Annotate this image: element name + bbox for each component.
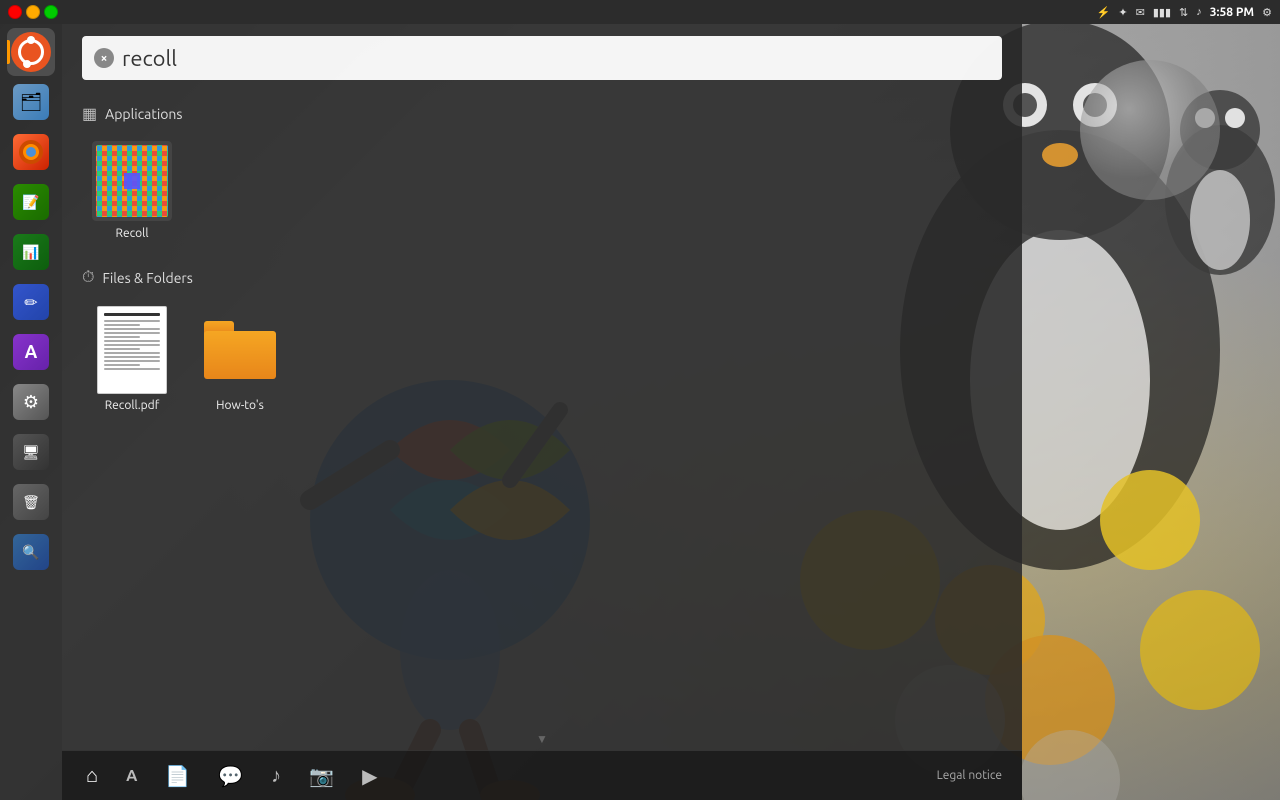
maximize-button[interactable]: [44, 5, 58, 19]
recoll-icon-svg: [92, 141, 172, 221]
pdf-line-8: [104, 348, 140, 350]
files-section-icon: ⏱: [82, 268, 94, 287]
dock-item-calc[interactable]: 📊: [7, 228, 55, 276]
pdf-file-icon: [92, 305, 172, 395]
folder-body: [204, 331, 276, 379]
files-icon: 🗂: [13, 84, 49, 120]
ubuntu-logo: [11, 32, 51, 72]
dock-item-dictionary[interactable]: A: [7, 328, 55, 376]
writer-icon: ✏: [13, 284, 49, 320]
pdf-line-2: [104, 324, 140, 326]
search-clear-button[interactable]: ×: [94, 48, 114, 68]
dock-active-indicator: [7, 40, 10, 64]
filter-messages[interactable]: 💬: [214, 760, 247, 792]
ubuntu-logo-circle: [18, 39, 44, 65]
pdf-line-6: [104, 340, 160, 342]
pdf-line-9: [104, 352, 160, 354]
file-result-howtos-label: How-to's: [216, 399, 264, 412]
pdf-line-7: [104, 344, 160, 346]
pdf-title-line: [104, 313, 160, 316]
volume-icon: ♪: [1196, 6, 1202, 18]
pdf-line-4: [104, 332, 160, 334]
filter-apps[interactable]: A: [122, 763, 141, 789]
files-section-header: ⏱ Files & Folders: [82, 268, 1002, 287]
file-result-recoll-pdf[interactable]: Recoll.pdf: [82, 297, 182, 420]
recoll-app-icon: [92, 141, 172, 221]
pdf-line-3: [104, 328, 160, 330]
pdf-line-13: [104, 368, 160, 370]
dock-item-firefox[interactable]: [7, 128, 55, 176]
filter-bar: ⌂ A 📄 💬 ♪ 📷 ▶ Legal notice: [62, 750, 1022, 800]
filter-files[interactable]: 📄: [161, 760, 194, 792]
filter-video[interactable]: ▶: [358, 760, 381, 792]
applications-results-grid: Recoll: [82, 133, 1002, 248]
clock: 3:58 PM: [1210, 6, 1254, 19]
app-result-recoll[interactable]: Recoll: [82, 133, 182, 248]
search-bar[interactable]: ×: [82, 36, 1002, 80]
application-dock: 🗂 📝 📊 ✏ A ⚙ 🖥 🗑 🔍: [0, 24, 62, 800]
folder-file-icon: [200, 305, 280, 395]
pdf-document: [97, 306, 167, 394]
app-result-recoll-label: Recoll: [116, 227, 149, 240]
calc-icon: 📊: [13, 234, 49, 270]
pdf-line-11: [104, 360, 160, 362]
applications-section-header: ▦ Applications: [82, 104, 1002, 123]
bluetooth-icon: ✦: [1118, 6, 1127, 19]
dock-item-writer[interactable]: ✏: [7, 278, 55, 326]
settings-app-icon: ⚙: [13, 384, 49, 420]
window-controls[interactable]: [0, 0, 58, 24]
file-result-howtos[interactable]: How-to's: [190, 297, 290, 420]
dash-search-overlay: × ▦ Applications: [62, 24, 1022, 800]
power-icon: ⚡: [1097, 6, 1111, 19]
scroll-indicator: ▼: [62, 728, 1022, 750]
libreoffice-icon: 📝: [13, 184, 49, 220]
dock-item-files[interactable]: 🗂: [7, 78, 55, 126]
pdf-line-10: [104, 356, 160, 358]
dock-item-trash[interactable]: 🗑: [7, 478, 55, 526]
applications-section-title: Applications: [105, 106, 182, 122]
files-results-grid: Recoll.pdf How-to's: [82, 297, 1002, 420]
pdf-line-12: [104, 364, 140, 366]
trash-icon: 🗑: [13, 484, 49, 520]
settings-icon: ⚙: [1262, 6, 1272, 19]
pdf-line-5: [104, 336, 140, 338]
folder-shape: [204, 321, 276, 379]
recoll-dock-icon: 🔍: [13, 534, 49, 570]
monitor-icon: 🖥: [13, 434, 49, 470]
network-icon: ⇅: [1179, 6, 1188, 19]
dictionary-icon: A: [13, 334, 49, 370]
minimize-button[interactable]: [26, 5, 40, 19]
dock-item-libreoffice[interactable]: 📝: [7, 178, 55, 226]
top-panel: ⚡ ✦ ✉ ▮▮▮ ⇅ ♪ 3:58 PM ⚙: [0, 0, 1280, 24]
dock-item-monitor[interactable]: 🖥: [7, 428, 55, 476]
firefox-icon: [13, 134, 49, 170]
close-button[interactable]: [8, 5, 22, 19]
dock-item-ubuntu[interactable]: [7, 28, 55, 76]
dock-item-settings[interactable]: ⚙: [7, 378, 55, 426]
panel-system-icons: ⚡ ✦ ✉ ▮▮▮ ⇅ ♪ 3:58 PM ⚙: [1097, 6, 1272, 19]
pdf-line-1: [104, 320, 160, 322]
search-results: ▦ Applications: [62, 88, 1022, 728]
dock-item-recoll[interactable]: 🔍: [7, 528, 55, 576]
filter-music[interactable]: ♪: [267, 759, 285, 792]
files-section-title: Files & Folders: [102, 270, 192, 286]
filter-home[interactable]: ⌂: [82, 759, 102, 792]
battery-icon: ▮▮▮: [1153, 6, 1171, 19]
file-result-recoll-pdf-label: Recoll.pdf: [105, 399, 160, 412]
legal-notice-link[interactable]: Legal notice: [937, 769, 1002, 782]
filter-photos[interactable]: 📷: [305, 760, 338, 792]
applications-section-icon: ▦: [82, 104, 97, 123]
search-input[interactable]: [122, 46, 990, 71]
mail-icon: ✉: [1136, 6, 1145, 19]
